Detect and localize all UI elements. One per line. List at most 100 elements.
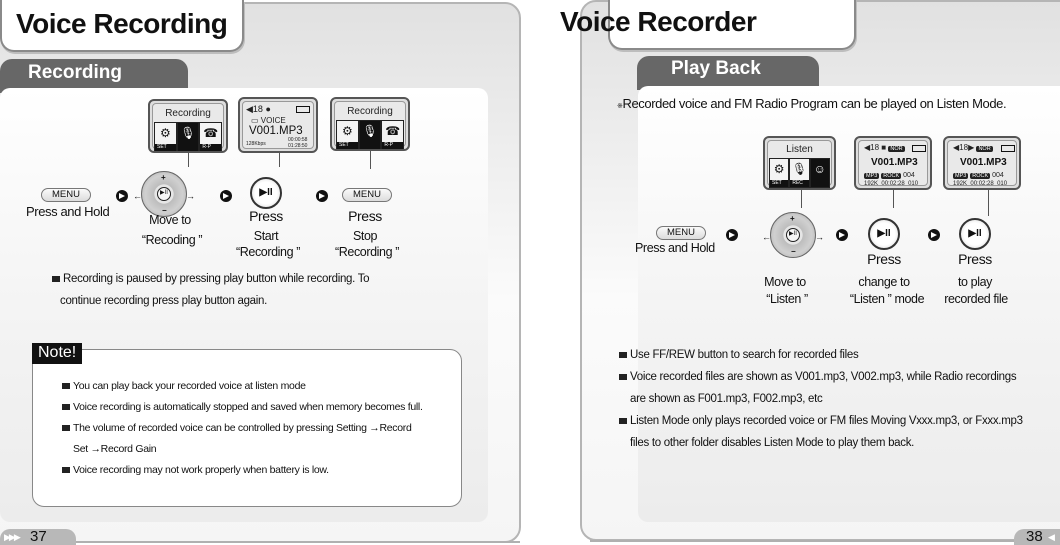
next-arrow-icon xyxy=(836,229,848,241)
joystick-control[interactable]: + − ← → ▶II xyxy=(133,171,195,217)
remaining-time: 01:28:50 xyxy=(288,143,308,149)
step-caption: Stop xyxy=(352,229,378,243)
page-number: 37 xyxy=(30,528,47,545)
bullet-item: Listen Mode only plays recorded voice or… xyxy=(619,410,1023,432)
track-number: 004 xyxy=(992,172,1004,179)
format-badge: MP3 xyxy=(864,173,880,179)
pointer-line xyxy=(893,190,894,208)
lcd-screen-recording-status: ◀18 ● ▭ VOICE V001.MP3 128Kbps 00:00:58 … xyxy=(238,97,318,153)
microphone-icon: 🎙 xyxy=(176,122,200,151)
lcd-screen-listen-play: ◀18▶ NOR V001.MP3 MP3 ROCK 004 192K 00:0… xyxy=(943,136,1021,190)
pointer-line xyxy=(801,190,802,208)
bitrate: 128Kbps xyxy=(246,141,266,147)
menu-button[interactable]: MENU xyxy=(342,188,392,202)
pointer-line xyxy=(370,151,371,169)
record-dot-icon: ● xyxy=(265,104,271,114)
step-caption: change to xyxy=(858,275,910,289)
track-total: 010 xyxy=(908,181,919,187)
note-item: Voice recording may not work properly wh… xyxy=(62,460,329,481)
plus-icon: + xyxy=(161,173,166,182)
play-pause-button[interactable]: ▶II xyxy=(868,218,900,250)
speaker-icon: ◀ xyxy=(246,104,253,114)
step-caption: Press xyxy=(249,208,283,224)
eq-badge: NOR xyxy=(888,146,905,152)
menu-button[interactable]: MENU xyxy=(41,188,91,202)
step-caption: recorded file xyxy=(944,292,1008,306)
next-arrow-icon xyxy=(726,229,738,241)
note-item: You can play back your recorded voice at… xyxy=(62,376,306,397)
note-item: The volume of recorded voice can be cont… xyxy=(62,418,412,439)
joystick-control[interactable]: + − ← → ▶II xyxy=(762,212,824,258)
play-icon: ▶ xyxy=(968,143,975,152)
lcd-screen-recording-menu: Recording ⚙ SET 🎙 ☎ R-P xyxy=(148,99,228,153)
menu-button[interactable]: MENU xyxy=(656,226,706,240)
lcd-title: Listen xyxy=(786,144,813,155)
folder-name: VOICE xyxy=(260,116,286,125)
bullet-item: are shown as F001.mp3, F002.mp3, etc xyxy=(630,393,823,405)
play-pause-icon: ▶II xyxy=(157,187,171,201)
file-name: V001.MP3 xyxy=(871,157,918,168)
play-pause-button[interactable]: ▶II xyxy=(250,177,282,209)
section-title: Play Back xyxy=(671,58,761,79)
step-caption: Press xyxy=(958,251,992,267)
bullet-item: files to other folder disables Listen Mo… xyxy=(630,437,915,449)
page-title: Voice Recording xyxy=(16,8,228,39)
microphone-icon: 🎙 REC xyxy=(789,158,810,188)
bullet-icon xyxy=(62,383,70,389)
radio-icon: ☎ R-P xyxy=(381,120,405,149)
lcd-screen-listen-stop: ◀18 ■ NOR V001.MP3 MP3 ROCK 004 192K 00:… xyxy=(854,136,932,190)
folder-icon: ▭ xyxy=(251,116,259,125)
intro-text: ※Recorded voice and FM Radio Program can… xyxy=(617,96,1007,111)
bullet-icon xyxy=(62,467,70,473)
step-caption: “Listen ” mode xyxy=(849,292,925,306)
lcd-screen-listen-menu: Listen ⚙ SET 🎙 REC ☺ xyxy=(763,136,836,190)
footer-rule xyxy=(590,540,1030,542)
step-caption: Press and Hold xyxy=(26,204,110,219)
pointer-line xyxy=(188,153,189,167)
pointer-line xyxy=(988,190,989,216)
page-title: Voice Recorder xyxy=(560,6,757,37)
bullet-icon xyxy=(619,352,627,358)
file-name: V001.MP3 xyxy=(249,125,303,137)
format-badge: MP3 xyxy=(953,173,969,179)
file-name: V001.MP3 xyxy=(960,157,1007,168)
settings-icon: ⚙ SET xyxy=(154,122,177,151)
minus-icon: − xyxy=(791,247,796,256)
bitrate: 192K xyxy=(864,181,879,187)
stop-icon: ■ xyxy=(881,143,887,152)
plus-icon: + xyxy=(790,214,795,223)
volume-value: 18 xyxy=(252,104,263,114)
note-item: Voice recording is automatically stopped… xyxy=(62,397,423,418)
step-caption: Press xyxy=(867,251,901,267)
track-number: 004 xyxy=(903,172,915,179)
step-caption: Start xyxy=(253,229,279,243)
radio-icon: ☎ R-P xyxy=(199,122,223,151)
play-time: 00:02:28 xyxy=(970,181,994,187)
lcd-title: Recording xyxy=(165,108,211,119)
chevron-icon: ◀ xyxy=(1048,532,1055,542)
battery-icon xyxy=(912,145,926,152)
headphones-icon: ☺ xyxy=(809,158,830,188)
microphone-icon: 🎙 xyxy=(358,120,382,149)
step-caption: “Recording ” xyxy=(335,245,399,259)
play-pause-button[interactable]: ▶II xyxy=(959,218,991,250)
step-caption: Press and Hold xyxy=(635,241,715,255)
next-arrow-icon xyxy=(116,190,128,202)
volume-value: 18 xyxy=(870,143,880,152)
section-title: Recording xyxy=(28,62,122,83)
note-label: Note! xyxy=(32,343,83,364)
left-arrow-icon: ← xyxy=(133,191,142,201)
battery-icon xyxy=(1001,145,1015,152)
bullet-item: Voice recorded files are shown as V001.m… xyxy=(619,366,1017,388)
play-time: 00:02:28 xyxy=(881,181,905,187)
next-arrow-icon xyxy=(928,229,940,241)
bullet-icon xyxy=(62,425,70,431)
step-caption: Press xyxy=(348,208,382,224)
bitrate: 192K xyxy=(953,181,968,187)
bullet-icon xyxy=(619,374,627,380)
section-tab: Play Back xyxy=(637,56,819,90)
footer-rule xyxy=(76,541,520,543)
step-caption: to play xyxy=(957,275,993,289)
volume-value: 18 xyxy=(959,143,969,152)
step-caption: “Recording ” xyxy=(236,245,300,259)
